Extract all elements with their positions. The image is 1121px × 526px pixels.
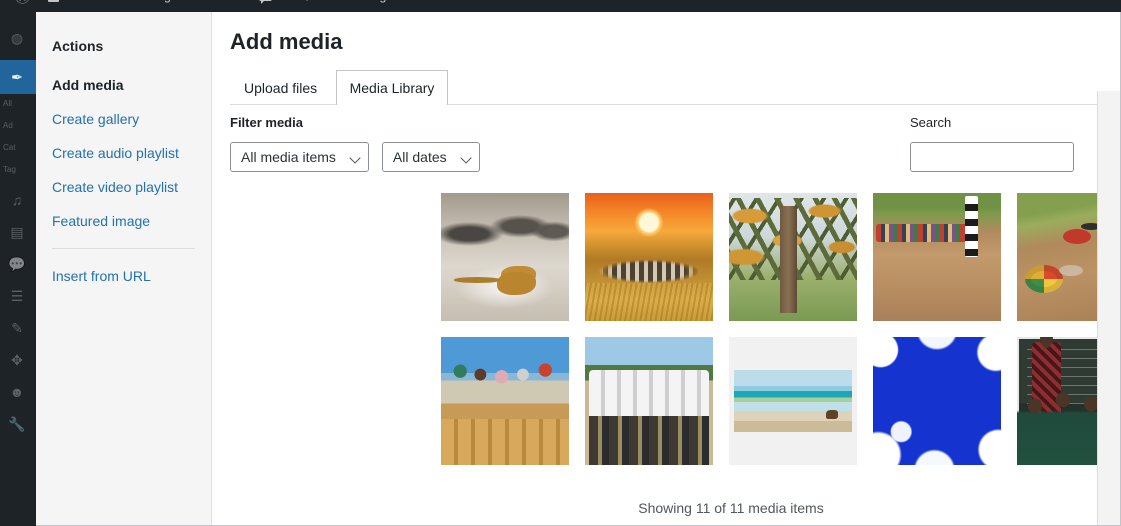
sidebar-item-add-media[interactable]: Add media	[36, 68, 211, 102]
media-item-lions-resting-in-tree[interactable]	[729, 193, 857, 321]
thumbnail-image	[441, 337, 569, 465]
media-item-lion-chasing-zebras-in-dust[interactable]	[441, 193, 569, 321]
media-modal-screen: ◍ ✒ All Ad Cat Tag ♫ ▤ 💬 ☰ ✎ ✥ ☻ 🔧 Ⓦ Nex…	[0, 0, 1121, 526]
thumbnail-image	[873, 193, 1001, 321]
media-count-status: Showing 11 of 11 media items	[638, 500, 824, 516]
site-home-icon	[48, 0, 60, 2]
media-item-beach-panorama-landscape[interactable]	[729, 337, 857, 465]
media-item-group-of-volunteers-on-beach[interactable]	[585, 337, 713, 465]
sidebar-item-insert-from-url[interactable]: Insert from URL	[36, 259, 211, 293]
tab-media-library[interactable]: Media Library	[335, 70, 449, 105]
tab-upload-files[interactable]: Upload files	[230, 70, 331, 105]
chevron-down-icon	[459, 152, 472, 164]
media-router-tabs: Upload files Media Library	[230, 69, 1097, 105]
media-grid	[441, 193, 1120, 465]
purge-cache-label: Purge Cache	[360, 0, 433, 3]
comment-bubble-icon	[259, 0, 273, 4]
media-item-children-sitting-on-school-ground[interactable]	[873, 193, 1001, 321]
thumbnail-image	[729, 193, 857, 321]
sidebar-item-create-audio-playlist[interactable]: Create audio playlist	[36, 136, 211, 170]
wordpress-logo-icon[interactable]: Ⓦ	[6, 0, 39, 12]
media-date-filter-value: All dates	[392, 149, 447, 165]
sidebar-item-create-gallery[interactable]: Create gallery	[36, 102, 211, 136]
thumbnail-image	[585, 337, 713, 465]
media-modal: Actions Add media Create gallery Create …	[36, 12, 1121, 526]
sidebar-item-featured-image[interactable]: Featured image	[36, 204, 211, 238]
actions-heading: Actions	[52, 38, 104, 54]
media-date-filter-select[interactable]: All dates	[381, 142, 480, 172]
sidebar-divider	[52, 248, 195, 249]
search-label: Search	[910, 115, 952, 130]
page-title: Add media	[230, 29, 343, 54]
media-search-group: Search	[910, 115, 1074, 172]
media-item-zebra-herd-at-sunset[interactable]	[585, 193, 713, 321]
site-name-menu[interactable]: Next Smile Kindergarten School	[39, 0, 250, 12]
thumbnail-image	[441, 193, 569, 321]
media-actions-sidebar: Actions Add media Create gallery Create …	[36, 12, 212, 525]
thumbnail-image	[873, 337, 1001, 465]
comments-bubble-button[interactable]: 0	[250, 0, 293, 12]
new-label: New	[317, 0, 342, 3]
media-type-filter-value: All media items	[241, 149, 336, 165]
search-input[interactable]	[910, 142, 1074, 172]
comments-count: 0	[277, 0, 284, 3]
media-item-blue-sky-with-clouds[interactable]	[873, 337, 1001, 465]
purge-cache-button[interactable]: Purge Cache	[351, 0, 442, 12]
media-item-children-on-wooden-playground[interactable]	[441, 337, 569, 465]
attachment-details-sidebar	[1097, 91, 1120, 525]
site-name-label: Next Smile Kindergarten School	[64, 0, 241, 3]
media-modal-content: Add media Upload files Media Library Fil…	[212, 12, 1120, 525]
thumbnail-image	[585, 193, 713, 321]
plus-icon: +	[302, 0, 312, 5]
media-type-filter-select[interactable]: All media items	[230, 142, 369, 172]
wp-admin-bar: Ⓦ Next Smile Kindergarten School 0 + New…	[0, 0, 1121, 12]
sidebar-item-create-video-playlist[interactable]: Create video playlist	[36, 170, 211, 204]
teacher-figure	[1032, 337, 1061, 419]
new-content-button[interactable]: + New	[293, 0, 351, 12]
chevron-down-icon	[349, 152, 361, 164]
thumbnail-image	[729, 337, 857, 465]
